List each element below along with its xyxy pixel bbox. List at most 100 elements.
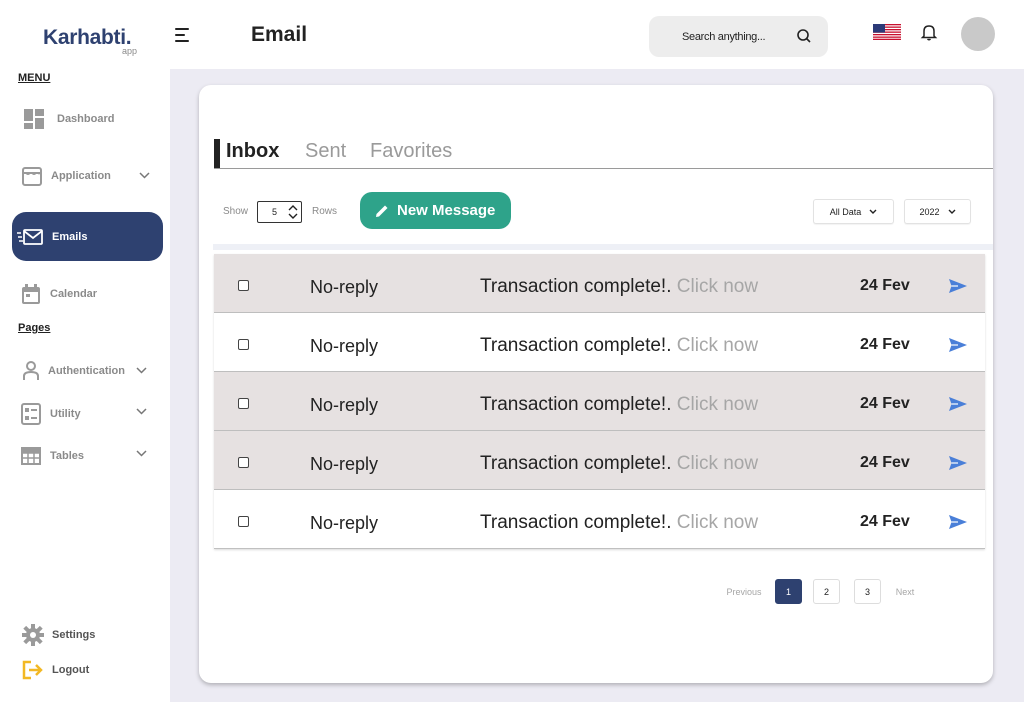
email-sender: No-reply [310, 336, 379, 356]
chevron-down-icon [948, 207, 956, 216]
search-input[interactable]: Search anything... [682, 31, 766, 43]
email-subject-text: Transaction complete!. [480, 335, 672, 356]
rows-stepper[interactable]: 5 [257, 201, 302, 223]
us-flag-icon[interactable] [873, 24, 901, 40]
list-header-bar [213, 244, 993, 250]
email-cta-link[interactable]: Click now [677, 276, 758, 297]
gear-icon [22, 624, 44, 646]
email-subject[interactable]: Transaction complete!. Click now [480, 394, 758, 416]
rows-label: Rows [312, 206, 338, 217]
store-icon [21, 165, 43, 187]
email-cta-link[interactable]: Click now [677, 453, 758, 474]
year-value: 2022 [919, 206, 940, 217]
email-subject[interactable]: Transaction complete!. Click now [480, 512, 758, 534]
email-date: 24 Fev [860, 336, 910, 353]
chevron-down-icon [136, 449, 147, 460]
list-icon [20, 403, 42, 425]
sidebar-item-label: Authentication [48, 365, 125, 377]
sidebar-item-label: Tables [50, 450, 85, 462]
email-row[interactable]: No-reply Transaction complete!. Click no… [214, 490, 985, 549]
app-logo[interactable]: Karhabti. app [43, 26, 137, 56]
avatar[interactable] [961, 17, 995, 51]
email-subject[interactable]: Transaction complete!. Click now [480, 453, 758, 475]
logo-subtitle: app [122, 46, 138, 56]
send-icon[interactable] [948, 278, 968, 299]
chevron-down-icon [139, 171, 150, 182]
stepper-arrows-icon[interactable] [287, 203, 299, 221]
sidebar-item-authentication[interactable]: Authentication [20, 359, 150, 383]
bell-icon[interactable] [920, 23, 938, 46]
email-sender: No-reply [310, 513, 379, 533]
email-subject[interactable]: Transaction complete!. Click now [480, 335, 758, 357]
logo-text: Karhabti [43, 26, 126, 49]
sidebar-item-utility[interactable]: Utility [20, 402, 150, 426]
send-icon[interactable] [948, 396, 968, 417]
sidebar-item-logout[interactable]: Logout [22, 658, 89, 682]
sidebar-item-application[interactable]: Application [21, 164, 153, 188]
sidebar-item-tables[interactable]: Tables [20, 444, 150, 468]
active-tab-indicator [214, 139, 220, 168]
email-subject-text: Transaction complete!. [480, 276, 672, 297]
data-filter-value: All Data [829, 206, 862, 217]
email-sender: No-reply [310, 454, 379, 474]
email-date: 24 Fev [860, 513, 910, 530]
show-label: Show [223, 206, 249, 217]
email-cta-link[interactable]: Click now [677, 335, 758, 356]
search-bar[interactable]: Search anything... [649, 16, 828, 57]
send-icon[interactable] [948, 514, 968, 535]
email-cta-link[interactable]: Click now [677, 512, 758, 533]
hamburger-menu-icon[interactable] [175, 28, 191, 42]
data-filter-select[interactable]: All Data [813, 199, 894, 224]
email-subject-text: Transaction complete!. [480, 394, 672, 415]
pagination-previous[interactable]: Previous [722, 579, 766, 604]
logout-icon [22, 659, 44, 681]
grid-icon [23, 108, 45, 130]
row-checkbox[interactable] [238, 457, 249, 468]
row-checkbox[interactable] [238, 398, 249, 409]
pagination-page-2[interactable]: 2 [813, 579, 840, 604]
sidebar: Karhabti. app MENU Dashboard Application… [0, 0, 170, 702]
tab-inbox[interactable]: Inbox [226, 140, 279, 163]
sidebar-item-label: Logout [52, 664, 90, 676]
send-icon[interactable] [948, 455, 968, 476]
sidebar-item-dashboard[interactable]: Dashboard [23, 107, 114, 131]
email-date: 24 Fev [860, 395, 910, 412]
email-row[interactable]: No-reply Transaction complete!. Click no… [214, 372, 985, 431]
page-title: Email [251, 23, 308, 46]
menu-section-title: MENU [18, 72, 51, 84]
email-subject-text: Transaction complete!. [480, 512, 672, 533]
sidebar-item-emails[interactable]: Emails [12, 212, 163, 261]
calendar-icon [20, 283, 42, 305]
tab-favorites[interactable]: Favorites [370, 140, 452, 163]
search-icon[interactable] [796, 28, 812, 49]
email-row[interactable]: No-reply Transaction complete!. Click no… [214, 254, 985, 313]
email-cta-link[interactable]: Click now [677, 394, 758, 415]
sidebar-item-label: Calendar [50, 288, 98, 300]
sidebar-item-label: Application [51, 170, 111, 182]
chevron-down-icon [136, 366, 147, 377]
email-sender: No-reply [310, 277, 379, 297]
email-date: 24 Fev [860, 277, 910, 294]
year-select[interactable]: 2022 [904, 199, 971, 224]
new-message-button[interactable]: New Message [360, 192, 511, 229]
sidebar-item-settings[interactable]: Settings [22, 623, 95, 647]
row-checkbox[interactable] [238, 280, 249, 291]
sidebar-item-label: Emails [52, 230, 88, 243]
send-icon[interactable] [948, 337, 968, 358]
email-subject-text: Transaction complete!. [480, 453, 672, 474]
row-checkbox[interactable] [238, 339, 249, 350]
sidebar-item-label: Utility [50, 408, 81, 420]
row-checkbox[interactable] [238, 516, 249, 527]
pagination-page-3[interactable]: 3 [854, 579, 881, 604]
email-date: 24 Fev [860, 454, 910, 471]
tab-sent[interactable]: Sent [305, 140, 346, 163]
sidebar-item-calendar[interactable]: Calendar [20, 282, 97, 306]
sidebar-item-label: Dashboard [57, 113, 115, 125]
email-row[interactable]: No-reply Transaction complete!. Click no… [214, 313, 985, 372]
pagination-page-1[interactable]: 1 [775, 579, 802, 604]
email-row[interactable]: No-reply Transaction complete!. Click no… [214, 431, 985, 490]
pencil-icon [375, 204, 389, 218]
email-subject[interactable]: Transaction complete!. Click now [480, 276, 758, 298]
email-sender: No-reply [310, 395, 379, 415]
pagination-next[interactable]: Next [890, 579, 920, 604]
